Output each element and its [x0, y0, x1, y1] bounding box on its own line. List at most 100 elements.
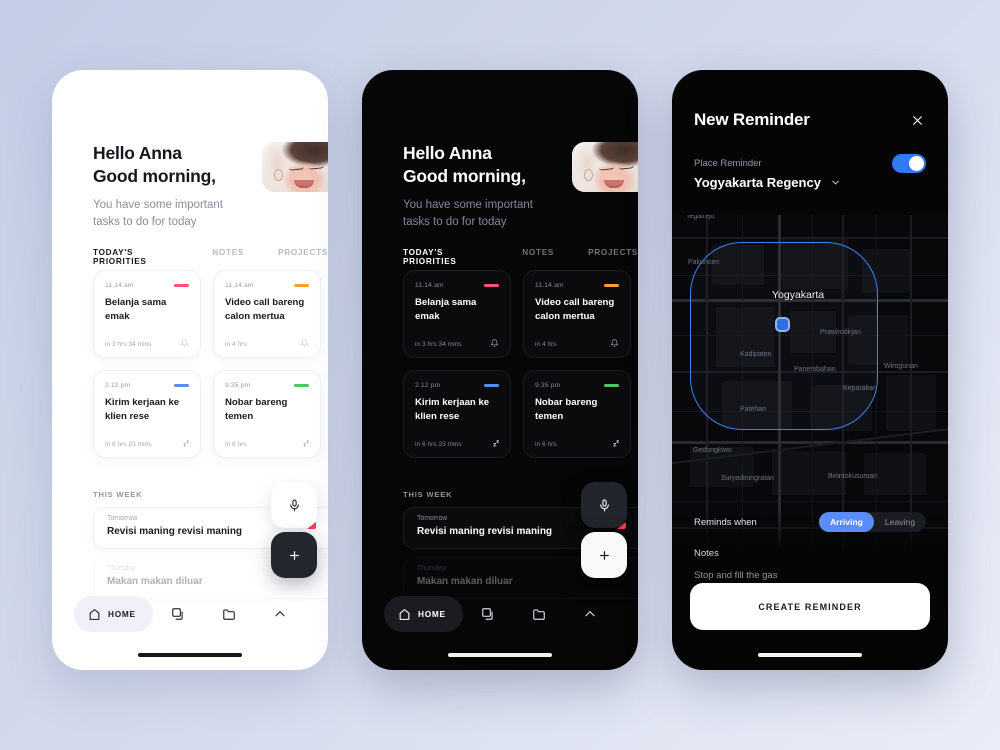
priority-card-grid: 11.14 am Belanja sama emak in 3 hrs 34 m… — [93, 270, 328, 458]
screen-home-light: Hello Anna Good morning, You have some i… — [52, 70, 328, 670]
card-time-left: in 4 hrs — [225, 341, 247, 348]
map-label: Keparakan — [843, 385, 877, 392]
expand-panel-button[interactable] — [565, 607, 616, 621]
notes-input[interactable]: Stop and fill the gas — [694, 570, 777, 581]
chevron-up-icon — [585, 611, 596, 617]
card-accent-bar — [604, 284, 619, 288]
tab-projects[interactable]: PROJECTS — [278, 248, 328, 266]
voice-input-button[interactable] — [271, 482, 317, 528]
location-pin[interactable] — [775, 317, 790, 332]
priority-card[interactable]: 2.12 pm Kirim kerjaan ke klien rese in 6… — [403, 370, 511, 458]
tab-todays-priorities[interactable]: TODAY'S PRIORITIES — [403, 248, 488, 266]
place-reminder-toggle[interactable] — [892, 154, 926, 173]
bell-icon — [610, 339, 619, 348]
sidebar-item-boards[interactable] — [153, 607, 204, 621]
voice-input-button[interactable] — [581, 482, 627, 528]
card-title: Nobar bareng temen — [225, 397, 288, 422]
home-indicator — [758, 653, 862, 657]
priority-card[interactable]: 9.35 pm Nobar bareng temen in 6 hrs zz — [523, 370, 631, 458]
card-accent-bar — [484, 384, 499, 388]
plus-icon — [599, 550, 609, 560]
close-icon — [912, 115, 922, 125]
mic-icon — [289, 499, 299, 511]
toggle-knob — [909, 156, 924, 171]
priority-card[interactable]: 11.14 am Video call bareng calon mertua … — [523, 270, 631, 358]
map-road — [672, 501, 948, 502]
card-accent-bar — [294, 284, 309, 288]
priority-card[interactable]: 2.12 pm Kirim kerjaan ke klien rese in 6… — [93, 370, 201, 458]
map-label: Pakuncen — [688, 259, 720, 266]
card-footer: in 3 hrs 34 mins — [105, 338, 189, 348]
sidebar-item-boards[interactable] — [463, 607, 514, 621]
canvas: Hello Anna Good morning, You have some i… — [0, 0, 1000, 750]
card-title: Belanja sama emak — [105, 297, 167, 322]
map-view[interactable]: Yogyakarta Pakuncen Tegalrejo Prawirodir… — [672, 215, 948, 555]
screen-home-dark: Hello Anna Good morning, You have some i… — [362, 70, 638, 670]
section-label-this-week: THIS WEEK — [403, 490, 453, 499]
folder-icon — [533, 609, 546, 620]
bottom-nav: HOME — [74, 596, 306, 632]
map-label: Brontokusuman — [828, 473, 878, 480]
card-accent-bar — [174, 384, 189, 388]
segment-arriving[interactable]: Arriving — [818, 512, 874, 532]
priority-card[interactable]: 11.14 am Belanja sama emak in 3 hrs 34 m… — [403, 270, 511, 358]
bell-icon — [490, 339, 499, 348]
card-footer: in 6 hrs zz — [535, 439, 619, 448]
add-task-button[interactable] — [271, 532, 317, 578]
phone-new-reminder: New Reminder Place Reminder Yogyakarta R… — [672, 70, 948, 670]
card-title: Video call bareng calon mertua — [535, 297, 615, 322]
sidebar-item-folders[interactable] — [204, 607, 255, 621]
priority-card[interactable]: 9.35 pm Nobar bareng temen in 6 hrs zz — [213, 370, 321, 458]
place-reminder-row: Place Reminder — [694, 154, 926, 173]
sidebar-item-home[interactable]: HOME — [384, 596, 463, 632]
geofence-area[interactable] — [690, 242, 878, 430]
trigger-segmented-control: Arriving Leaving — [818, 512, 926, 532]
place-value: Yogyakarta Regency — [694, 175, 821, 190]
card-time-left: in 6 hrs 23 mins — [415, 441, 462, 448]
bottom-nav: HOME — [384, 596, 616, 632]
place-selector[interactable]: Yogyakarta Regency — [694, 175, 841, 190]
nav-label-home: HOME — [108, 609, 136, 619]
avatar[interactable] — [262, 142, 328, 192]
card-title: Kirim kerjaan ke klien rese — [415, 397, 490, 422]
expand-panel-button[interactable] — [255, 607, 306, 621]
snooze-icon: zz — [183, 438, 189, 448]
subtitle-line-2: tasks to do for today — [93, 216, 197, 228]
card-time-left: in 6 hrs — [225, 441, 247, 448]
subtitle-line-1: You have some important — [93, 199, 223, 211]
avatar[interactable] — [572, 142, 638, 192]
snooze-icon: zz — [613, 438, 619, 448]
add-task-button[interactable] — [581, 532, 627, 578]
sidebar-item-home[interactable]: HOME — [74, 596, 153, 632]
card-time-left: in 3 hrs 34 mins — [105, 341, 152, 348]
segment-leaving[interactable]: Leaving — [874, 512, 926, 532]
tab-projects[interactable]: PROJECTS — [588, 248, 638, 266]
subtitle-line-2: tasks to do for today — [403, 216, 507, 228]
priority-card[interactable]: 11.14 am Video call bareng calon mertua … — [213, 270, 321, 358]
phone-home-dark: Hello Anna Good morning, You have some i… — [362, 70, 638, 670]
card-footer: in 6 hrs 23 mins zz — [105, 439, 189, 448]
close-button[interactable] — [908, 111, 926, 129]
plus-icon — [289, 550, 299, 560]
nav-label-home: HOME — [418, 609, 446, 619]
priority-card-grid: 11.14 am Belanja sama emak in 3 hrs 34 m… — [403, 270, 638, 458]
tab-todays-priorities[interactable]: TODAY'S PRIORITIES — [93, 248, 178, 266]
create-reminder-button[interactable]: CREATE REMINDER — [690, 583, 930, 630]
priority-card[interactable]: 11.14 am Belanja sama emak in 3 hrs 34 m… — [93, 270, 201, 358]
greeting-subtitle: You have some important tasks to do for … — [93, 197, 223, 231]
page-title: Hello Anna Good morning, — [93, 142, 223, 188]
map-label-city: Yogyakarta — [772, 289, 825, 301]
phone-home-light: Hello Anna Good morning, You have some i… — [52, 70, 328, 670]
mic-icon — [599, 499, 609, 511]
card-footer: in 6 hrs 23 mins zz — [415, 439, 499, 448]
reminder-header: New Reminder — [694, 110, 926, 130]
card-footer: in 4 hrs — [225, 338, 309, 348]
home-icon — [89, 608, 100, 620]
card-title: Belanja sama emak — [415, 297, 477, 322]
tab-notes[interactable]: NOTES — [522, 248, 554, 266]
tab-notes[interactable]: NOTES — [212, 248, 244, 266]
map-label: Kadipaten — [740, 351, 772, 358]
map-label: Panembahan — [794, 366, 836, 373]
card-accent-bar — [604, 384, 619, 388]
sidebar-item-folders[interactable] — [514, 607, 565, 621]
